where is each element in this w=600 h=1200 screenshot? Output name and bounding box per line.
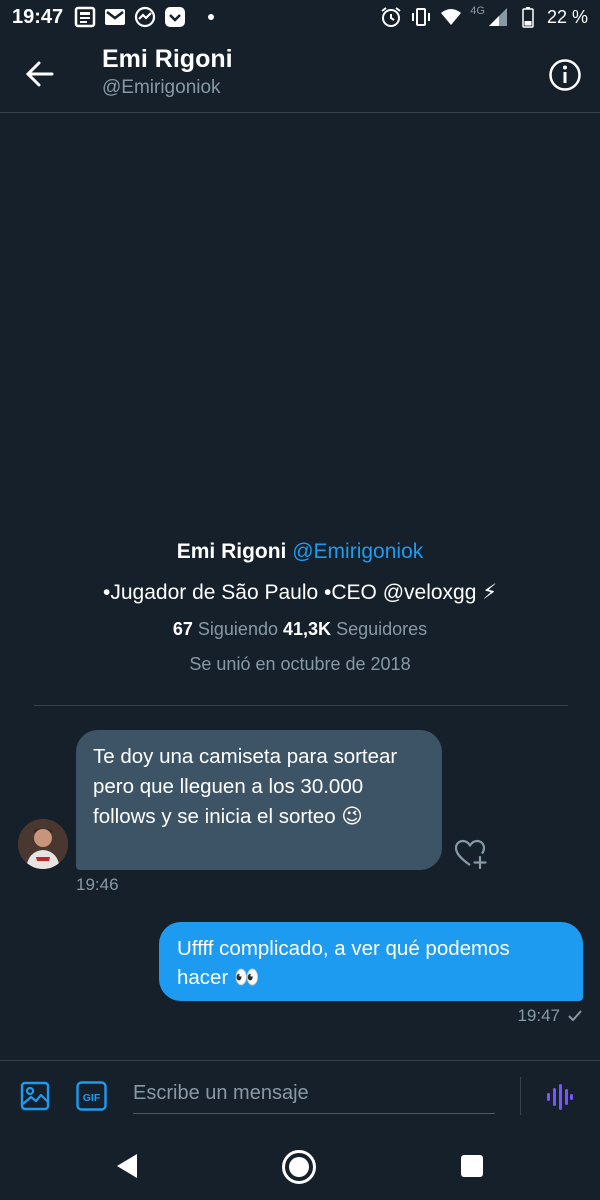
following-count: 67 (172, 619, 193, 639)
nav-recents-icon[interactable] (461, 1155, 483, 1177)
message-input[interactable] (133, 1073, 495, 1114)
image-icon[interactable] (20, 1081, 50, 1111)
notification-icons (74, 6, 214, 28)
message-timestamp: 19:46 (76, 875, 119, 894)
conversation-title: Emi Rigoni (102, 45, 233, 73)
back-button[interactable] (20, 56, 60, 92)
app-icon (165, 7, 185, 27)
followers-stat[interactable]: 41,3K Seguidores (283, 619, 427, 639)
wifi-icon (441, 9, 462, 25)
status-bar: 19:47 4G 22 % (0, 0, 600, 36)
news-icon (74, 6, 96, 28)
sent-check-icon (568, 1010, 582, 1022)
divider (34, 705, 568, 706)
profile-name: Emi Rigoni (176, 540, 287, 563)
system-nav-bar (0, 1130, 600, 1200)
outgoing-message-bubble[interactable]: Uffff complicado, a ver qué podemos hace… (159, 922, 583, 1001)
voice-message-icon[interactable] (545, 1083, 573, 1111)
gif-button[interactable]: GIF (76, 1081, 107, 1111)
arrow-left-icon (26, 61, 54, 87)
followers-label: Seguidores (336, 619, 428, 639)
battery-percent: 22 % (546, 6, 588, 27)
joined-date: Se unió en octubre de 2018 (189, 654, 411, 674)
gmail-icon (105, 9, 125, 25)
message-composer: GIF (0, 1060, 600, 1131)
message-timestamp: 19:47 (517, 1006, 560, 1025)
nav-home-icon[interactable] (281, 1149, 317, 1185)
profile-bio: •Jugador de São Paulo •CEO @veloxgg ⚡ (103, 581, 497, 604)
incoming-message-bubble[interactable]: Te doy una camiseta para sortear pero qu… (76, 730, 442, 870)
profile-summary: Emi Rigoni @Emirigoniok •Jugador de São … (0, 540, 600, 675)
profile-stats: 67 Siguiendo 41,3K Seguidores (0, 619, 600, 640)
message-status: 19:47 (517, 1006, 582, 1026)
system-icons: 4G 22 % (380, 5, 588, 28)
network-type: 4G (470, 5, 485, 17)
avatar-photo (18, 819, 68, 869)
heart-plus-icon[interactable] (454, 838, 488, 870)
conversation-handle: @Emirigoniok (102, 77, 221, 98)
gif-label: GIF (83, 1092, 101, 1104)
more-notifications-dot (208, 14, 214, 20)
activity-icon (134, 6, 156, 28)
battery-icon (522, 7, 534, 28)
avatar[interactable] (18, 819, 68, 869)
following-stat[interactable]: 67 Siguiendo (173, 619, 278, 639)
vibrate-icon (412, 8, 431, 26)
followers-count: 41,3K (283, 619, 332, 639)
nav-back-icon[interactable] (114, 1152, 140, 1180)
signal-icon (488, 8, 507, 26)
profile-title-line: Emi Rigoni @Emirigoniok (0, 540, 600, 564)
status-time: 19:47 (12, 6, 64, 28)
profile-handle[interactable]: @Emirigoniok (292, 540, 423, 563)
composer-separator (520, 1077, 521, 1115)
conversation-header: Emi Rigoni @Emirigoniok (0, 36, 600, 113)
alarm-icon (381, 7, 401, 27)
following-label: Siguiendo (197, 619, 278, 639)
info-icon[interactable] (548, 58, 582, 92)
gif-icon: GIF (76, 1081, 107, 1111)
